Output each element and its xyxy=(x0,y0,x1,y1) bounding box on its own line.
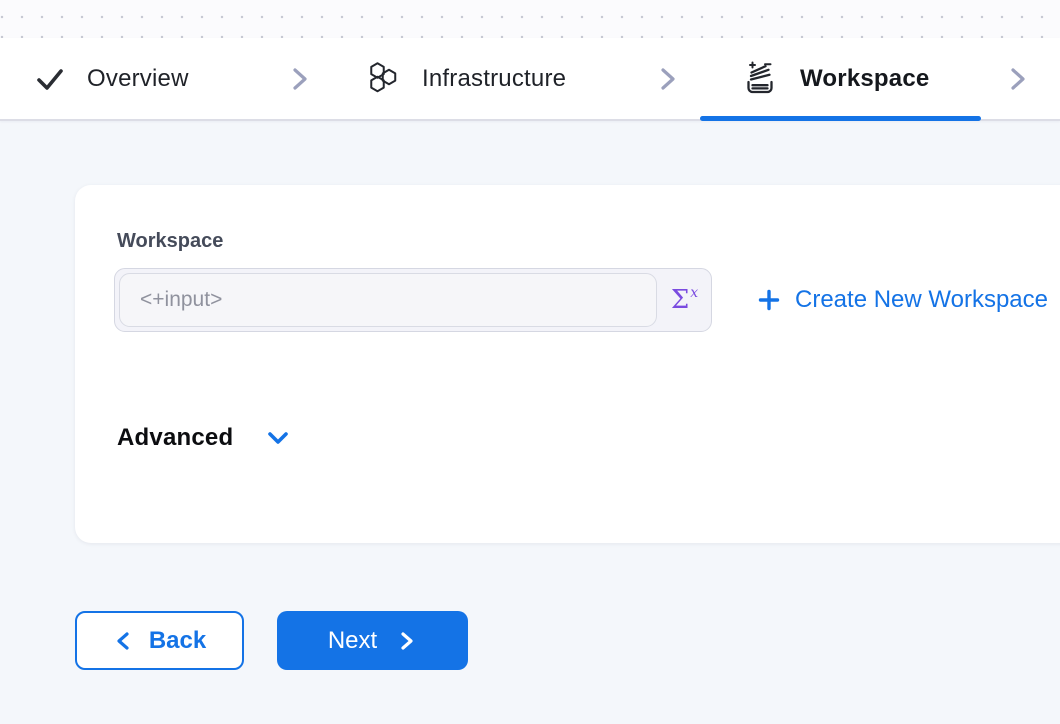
step-infrastructure-label: Infrastructure xyxy=(422,65,566,93)
stack-icon xyxy=(740,59,780,99)
advanced-label: Advanced xyxy=(117,424,233,452)
step-overview[interactable]: Overview xyxy=(33,62,189,96)
chevron-right-separator-icon xyxy=(1003,65,1031,93)
workspace-input[interactable] xyxy=(119,273,657,327)
workspace-input-group: Σx xyxy=(114,268,712,332)
sigma-icon: Σ xyxy=(671,287,689,313)
create-new-workspace-link[interactable]: Create New Workspace xyxy=(757,268,1048,332)
chevron-right-icon xyxy=(395,630,417,652)
workspace-form-card: Workspace Σx Create New Workspace Advanc… xyxy=(75,185,1060,543)
step-workspace-label: Workspace xyxy=(800,65,929,93)
dotted-header-strip xyxy=(0,0,1060,38)
check-icon xyxy=(33,62,67,96)
create-new-workspace-label: Create New Workspace xyxy=(795,286,1048,314)
back-button[interactable]: Back xyxy=(75,611,244,670)
chevron-right-separator-icon xyxy=(653,65,681,93)
workspace-field-label: Workspace xyxy=(117,230,223,253)
formula-sigma-button[interactable]: Σx xyxy=(657,269,711,331)
back-button-label: Back xyxy=(149,627,206,655)
advanced-toggle[interactable]: Advanced xyxy=(117,423,293,453)
step-overview-label: Overview xyxy=(87,65,189,93)
hexagons-icon xyxy=(364,60,402,98)
chevron-down-icon xyxy=(263,423,293,453)
chevron-right-separator-icon xyxy=(285,65,313,93)
wizard-stepper: Overview Infrastructure xyxy=(0,38,1060,121)
sigma-superscript: x xyxy=(690,285,698,301)
plus-icon xyxy=(757,288,781,312)
active-step-underline xyxy=(700,116,981,121)
next-button[interactable]: Next xyxy=(277,611,468,670)
step-infrastructure[interactable]: Infrastructure xyxy=(364,60,566,98)
next-button-label: Next xyxy=(328,627,377,655)
step-workspace[interactable]: Workspace xyxy=(740,59,929,99)
chevron-left-icon xyxy=(113,630,135,652)
